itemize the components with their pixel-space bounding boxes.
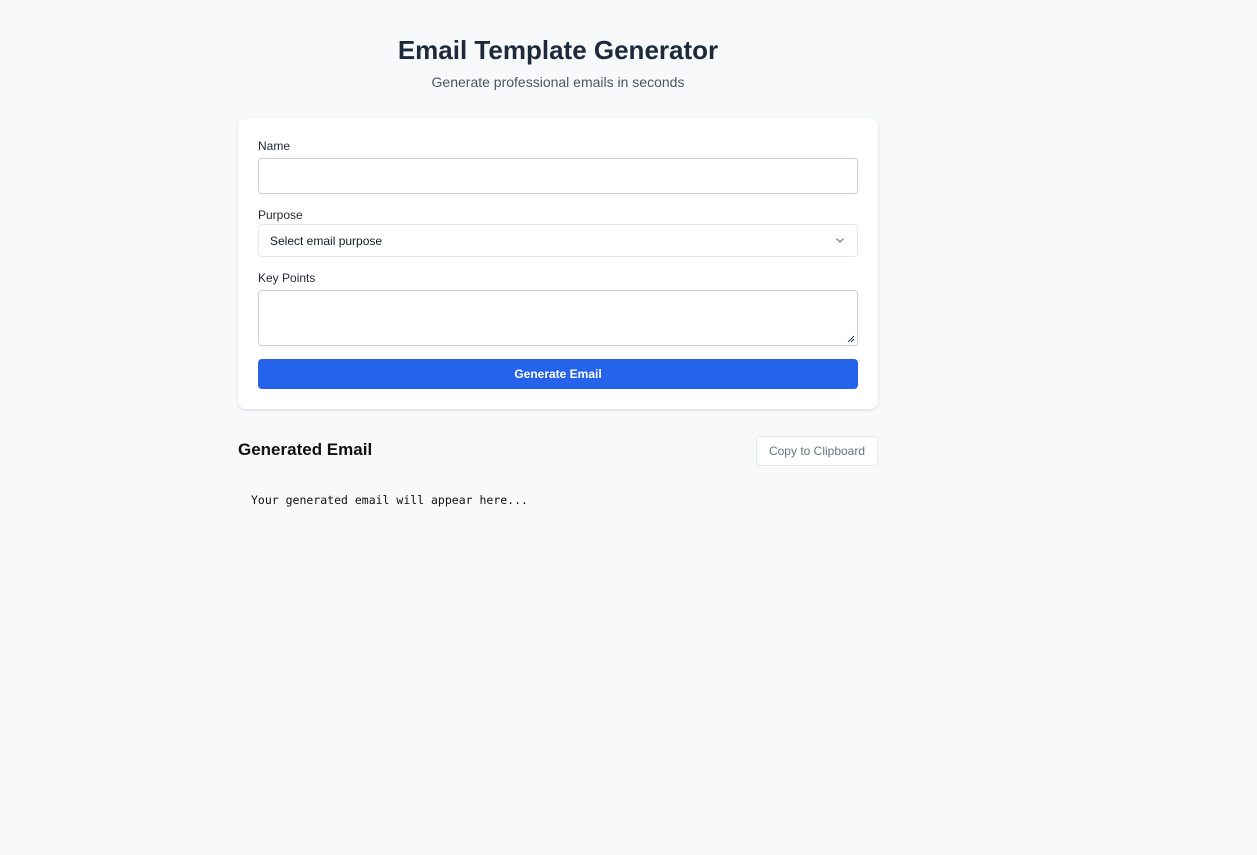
purpose-select[interactable]: Select email purpose (258, 224, 858, 257)
name-label: Name (258, 139, 291, 153)
copy-to-clipboard-button[interactable]: Copy to Clipboard (756, 436, 878, 466)
generated-email-title: Generated Email (238, 440, 373, 459)
email-form-card: Name Purpose Select email purpose Key Po… (238, 118, 878, 409)
page-subtitle: Generate professional emails in seconds (431, 74, 685, 90)
keypoints-textarea[interactable] (258, 290, 858, 346)
keypoints-label: Key Points (258, 271, 316, 285)
page-title: Email Template Generator (397, 35, 719, 65)
generate-email-button[interactable]: Generate Email (258, 359, 858, 389)
purpose-select-value: Select email purpose (270, 233, 383, 248)
purpose-label: Purpose (258, 208, 303, 222)
page-header: Email Template Generator Generate profes… (238, 34, 878, 91)
resize-handle-icon[interactable] (846, 334, 855, 343)
generated-email-output: Your generated email will appear here... (251, 493, 528, 507)
chevron-down-icon (836, 238, 844, 243)
name-input[interactable] (258, 158, 858, 194)
